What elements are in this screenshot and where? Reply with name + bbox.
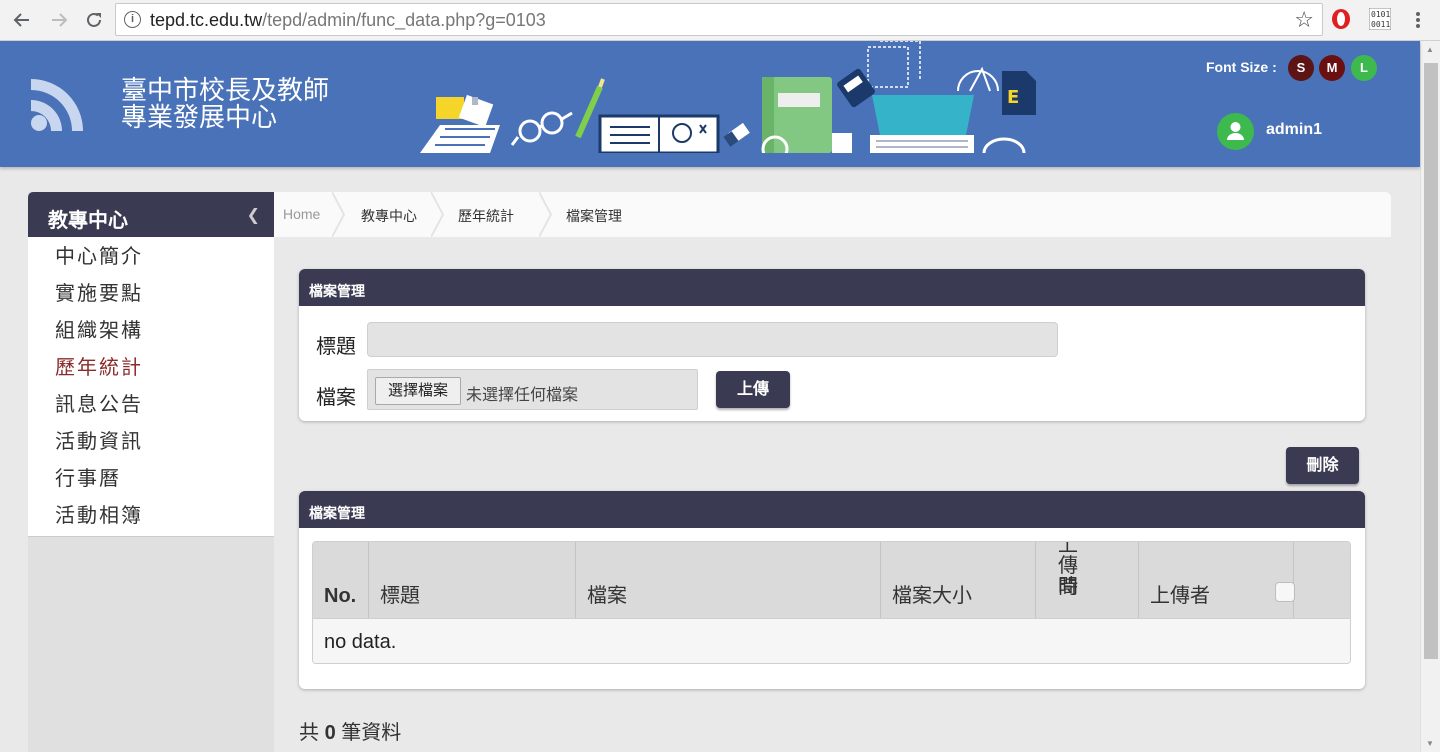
column-header-actions: [1294, 542, 1350, 618]
font-size-medium-button[interactable]: M: [1319, 55, 1345, 81]
bookmark-star-icon[interactable]: ☆: [1294, 7, 1314, 33]
table-header: No. 標題 檔案 檔案大小 上傳時間 上傳者: [313, 542, 1350, 618]
title-input[interactable]: [367, 322, 1058, 357]
breadcrumb: Home 教專中心 歷年統計 檔案管理: [274, 192, 1391, 237]
breadcrumb-separator-icon: [539, 192, 553, 237]
site-title[interactable]: 臺中市校長及教師 專業發展中心: [121, 78, 329, 132]
breadcrumb-center[interactable]: 教專中心: [361, 206, 417, 226]
file-input[interactable]: 選擇檔案 未選擇任何檔案: [367, 369, 698, 410]
sidebar-title: 教專中心: [48, 210, 128, 232]
svg-text:E: E: [1007, 87, 1019, 108]
upload-panel-title: 檔案管理: [299, 269, 1365, 306]
sidebar: 教專中心 ❮ 中心簡介 實施要點 組織架構 歷年統計 訊息公告 活動資訊 行事曆…: [28, 192, 274, 752]
reload-icon[interactable]: [82, 8, 106, 32]
file-list-panel-title: 檔案管理: [299, 491, 1365, 528]
upload-button[interactable]: 上傳: [716, 371, 790, 408]
scroll-down-arrow-icon[interactable]: ▼: [1426, 739, 1434, 748]
file-label: 檔案: [316, 387, 356, 409]
main-content: Home 教專中心 歷年統計 檔案管理 檔案管理 標題 檔案 選擇檔案 未選擇任…: [274, 192, 1391, 752]
binary-extension-icon[interactable]: 0101 0011: [1368, 7, 1392, 35]
browser-menu-icon[interactable]: [1406, 8, 1430, 32]
breadcrumb-home[interactable]: Home: [283, 206, 320, 222]
choose-file-button[interactable]: 選擇檔案: [375, 377, 461, 405]
font-size-label: Font Size :: [1206, 59, 1277, 75]
username[interactable]: admin1: [1266, 121, 1322, 139]
user-avatar-icon[interactable]: [1217, 113, 1254, 150]
back-icon[interactable]: [10, 8, 34, 32]
column-header-file-size[interactable]: 檔案大小: [881, 542, 1036, 618]
sidebar-item-guidelines[interactable]: 實施要點: [28, 277, 274, 314]
collapse-chevron-icon[interactable]: ❮: [247, 205, 260, 225]
scroll-up-arrow-icon[interactable]: ▲: [1426, 45, 1434, 54]
breadcrumb-file-management: 檔案管理: [566, 208, 622, 224]
table-body: no data.: [313, 618, 1350, 663]
delete-button[interactable]: 刪除: [1286, 447, 1359, 484]
breadcrumb-statistics[interactable]: 歷年統計: [458, 206, 514, 226]
forward-icon[interactable]: [47, 8, 71, 32]
address-bar[interactable]: i tepd.tc.edu.tw/tepd/admin/func_data.ph…: [115, 3, 1323, 36]
rss-logo-icon[interactable]: [28, 76, 86, 134]
sidebar-item-announcements[interactable]: 訊息公告: [28, 388, 274, 425]
site-info-icon[interactable]: i: [124, 11, 141, 28]
sidebar-header: 教專中心 ❮: [28, 192, 274, 237]
font-size-large-button[interactable]: L: [1351, 55, 1377, 81]
svg-text:0011: 0011: [1371, 20, 1390, 29]
column-header-no[interactable]: No.: [313, 542, 369, 618]
column-header-upload-time[interactable]: 上傳時間: [1036, 542, 1139, 618]
breadcrumb-separator-icon: [332, 192, 346, 237]
column-header-title[interactable]: 標題: [369, 542, 576, 618]
upload-panel: 檔案管理 標題 檔案 選擇檔案 未選擇任何檔案 上傳: [299, 269, 1365, 421]
file-list-panel: 檔案管理 No. 標題 檔案 檔案大小 上傳時間 上傳者 no data.: [299, 491, 1365, 689]
column-header-uploader[interactable]: 上傳者: [1139, 542, 1294, 618]
svg-text:0101: 0101: [1371, 10, 1390, 19]
opera-extension-icon[interactable]: [1331, 8, 1351, 35]
sidebar-menu: 中心簡介 實施要點 組織架構 歷年統計 訊息公告 活動資訊 行事曆 活動相簿: [28, 237, 274, 537]
page-scrollbar[interactable]: ▲ ▼: [1420, 41, 1440, 752]
sidebar-item-activities[interactable]: 活動資訊: [28, 425, 274, 462]
title-label: 標題: [316, 336, 356, 358]
browser-toolbar: i tepd.tc.edu.tw/tepd/admin/func_data.ph…: [0, 0, 1440, 41]
file-table: No. 標題 檔案 檔案大小 上傳時間 上傳者 no data.: [312, 541, 1351, 664]
site-header: 臺中市校長及教師 專業發展中心 E Font Size: S M L admi…: [0, 41, 1420, 167]
sidebar-item-organization[interactable]: 組織架構: [28, 314, 274, 351]
record-count: 共 0 筆資料: [299, 722, 402, 744]
header-illustration: E: [420, 41, 1036, 153]
url-text: tepd.tc.edu.tw/tepd/admin/func_data.php?…: [150, 10, 546, 30]
sidebar-item-annual-statistics[interactable]: 歷年統計: [28, 351, 274, 388]
select-all-checkbox[interactable]: [1275, 582, 1295, 602]
sidebar-item-calendar[interactable]: 行事曆: [28, 462, 274, 499]
sidebar-item-photo-album[interactable]: 活動相簿: [28, 499, 274, 536]
sidebar-item-center-intro[interactable]: 中心簡介: [28, 240, 274, 277]
empty-message: no data.: [324, 631, 397, 653]
scrollbar-thumb[interactable]: [1424, 63, 1438, 659]
font-size-small-button[interactable]: S: [1288, 55, 1314, 81]
breadcrumb-separator-icon: [431, 192, 445, 237]
column-header-file[interactable]: 檔案: [576, 542, 881, 618]
file-status-text: 未選擇任何檔案: [466, 387, 579, 404]
